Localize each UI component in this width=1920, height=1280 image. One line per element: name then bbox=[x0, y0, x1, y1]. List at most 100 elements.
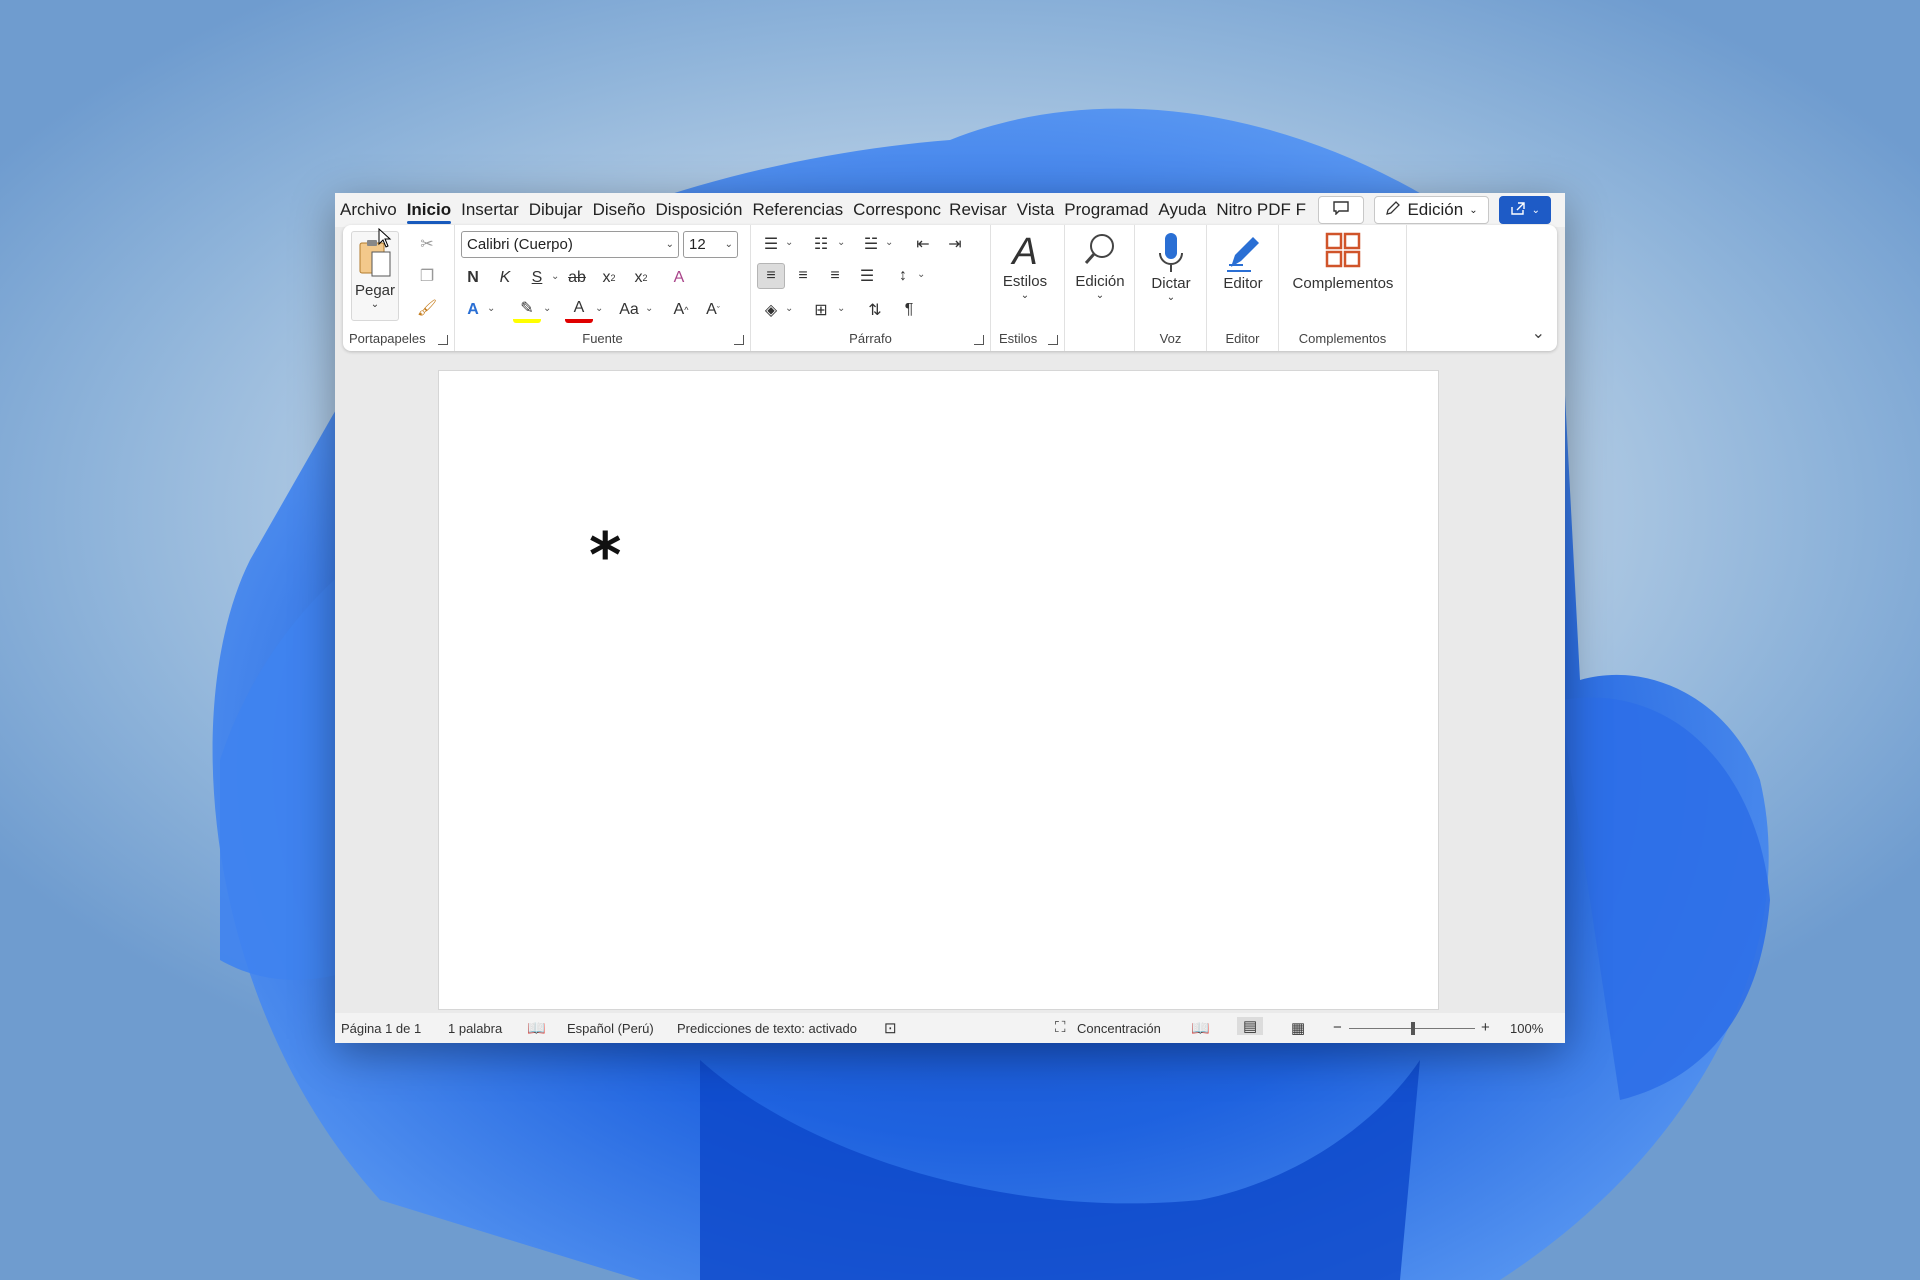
italic-button[interactable]: K bbox=[491, 265, 519, 291]
chevron-down-icon[interactable]: ⌄ bbox=[595, 303, 603, 314]
editor-button[interactable]: Editor bbox=[1213, 231, 1273, 292]
chevron-down-icon[interactable]: ⌄ bbox=[551, 271, 559, 282]
highlight-icon[interactable]: ✎ bbox=[513, 297, 541, 323]
share-button[interactable]: ⌄ bbox=[1498, 196, 1551, 224]
page-count[interactable]: Página 1 de 1 bbox=[341, 1021, 421, 1036]
font-name-value: Calibri (Cuerpo) bbox=[467, 236, 573, 253]
zoom-out-button[interactable]: − bbox=[1333, 1019, 1342, 1036]
dialog-launcher-icon[interactable] bbox=[974, 335, 984, 345]
align-left-icon[interactable]: ≡ bbox=[757, 263, 785, 289]
print-layout-icon[interactable]: ▤ bbox=[1237, 1017, 1264, 1035]
font-name-combo[interactable]: Calibri (Cuerpo) ⌄ bbox=[461, 231, 679, 258]
tab-disposicion[interactable]: Disposición bbox=[651, 193, 748, 227]
chevron-down-icon[interactable]: ⌄ bbox=[837, 237, 845, 248]
superscript-button[interactable]: x2 bbox=[627, 265, 655, 291]
mouse-cursor-icon bbox=[378, 227, 392, 253]
chevron-down-icon[interactable]: ⌄ bbox=[917, 269, 925, 280]
focus-mode-label[interactable]: Concentración bbox=[1077, 1021, 1161, 1036]
bold-button[interactable]: N bbox=[459, 265, 487, 291]
editing-button[interactable]: Edición ⌄ bbox=[1069, 231, 1131, 301]
sort-icon[interactable]: ⇅ bbox=[861, 297, 889, 323]
chevron-down-icon[interactable]: ⌄ bbox=[785, 237, 793, 248]
strikethrough-button[interactable]: ab bbox=[563, 265, 591, 291]
edit-mode-button[interactable]: Edición ⌄ bbox=[1374, 196, 1489, 224]
grow-font-icon[interactable]: A ^ bbox=[667, 297, 695, 323]
font-size-value: 12 bbox=[689, 236, 706, 253]
accessibility-icon[interactable]: ⊡ bbox=[884, 1019, 897, 1037]
align-center-icon[interactable]: ≡ bbox=[789, 263, 817, 289]
web-layout-icon[interactable]: ▦ bbox=[1291, 1019, 1305, 1037]
text-predictions-status[interactable]: Predicciones de texto: activado bbox=[677, 1021, 857, 1036]
dialog-launcher-icon[interactable] bbox=[438, 335, 448, 345]
tab-referencias[interactable]: Referencias bbox=[747, 193, 848, 227]
chevron-down-icon[interactable]: ⌄ bbox=[837, 303, 845, 314]
chevron-down-icon[interactable]: ⌄ bbox=[645, 303, 653, 314]
dialog-launcher-icon[interactable] bbox=[1048, 335, 1058, 345]
chevron-down-icon: ⌄ bbox=[370, 299, 380, 310]
ribbon: Pegar ⌄ ✂ ❐ 🖌 Portapapeles Calibri (Cuer… bbox=[343, 225, 1557, 351]
dictate-label: Dictar bbox=[1151, 275, 1191, 292]
font-color-icon[interactable]: A bbox=[565, 297, 593, 323]
comments-button[interactable] bbox=[1318, 196, 1365, 224]
document-page[interactable]: * bbox=[438, 370, 1439, 1010]
styles-button[interactable]: A Estilos ⌄ bbox=[997, 231, 1053, 301]
shading-icon[interactable]: ◈ bbox=[757, 297, 785, 323]
increase-indent-icon[interactable]: ⇥ bbox=[941, 231, 969, 257]
numbering-icon[interactable]: ☷ bbox=[807, 231, 835, 257]
multilevel-list-icon[interactable]: ☱ bbox=[857, 231, 885, 257]
group-estilos: A Estilos ⌄ Estilos bbox=[991, 225, 1065, 351]
chevron-down-icon[interactable]: ⌄ bbox=[885, 237, 893, 248]
font-size-combo[interactable]: 12 ⌄ bbox=[683, 231, 738, 258]
group-label-parrafo: Párrafo bbox=[849, 331, 892, 346]
bullets-icon[interactable]: ☰ bbox=[757, 231, 785, 257]
tab-archivo[interactable]: Archivo bbox=[335, 193, 402, 227]
zoom-level[interactable]: 100% bbox=[1510, 1021, 1543, 1036]
tab-dibujar[interactable]: Dibujar bbox=[524, 193, 588, 227]
group-fuente: Calibri (Cuerpo) ⌄ 12 ⌄ N K S ⌄ ab x2 x2… bbox=[455, 225, 751, 351]
underline-button[interactable]: S bbox=[523, 265, 551, 291]
collapse-ribbon-icon[interactable]: ⌄ bbox=[1532, 323, 1545, 343]
focus-mode-icon[interactable]: ⛶ bbox=[1055, 1019, 1066, 1036]
shrink-font-icon[interactable]: Aˇ bbox=[699, 297, 727, 323]
tab-diseno[interactable]: Diseño bbox=[588, 193, 651, 227]
read-mode-icon[interactable]: 📖 bbox=[1191, 1019, 1210, 1037]
chevron-down-icon[interactable]: ⌄ bbox=[543, 303, 551, 314]
chevron-down-icon[interactable]: ⌄ bbox=[487, 303, 495, 314]
line-spacing-icon[interactable]: ↕ bbox=[889, 263, 917, 289]
chevron-down-icon: ⌄ bbox=[1020, 290, 1030, 301]
proofing-icon[interactable]: 📖 bbox=[527, 1019, 546, 1037]
tab-nitro-pdf[interactable]: Nitro PDF F bbox=[1211, 193, 1307, 227]
copy-icon[interactable]: ❐ bbox=[413, 263, 441, 289]
cut-icon[interactable]: ✂ bbox=[413, 231, 441, 257]
text-effects-icon[interactable]: A bbox=[459, 297, 487, 323]
addins-button[interactable]: Complementos bbox=[1283, 231, 1403, 292]
language-status[interactable]: Español (Perú) bbox=[567, 1021, 654, 1036]
word-count[interactable]: 1 palabra bbox=[448, 1021, 502, 1036]
justify-icon[interactable]: ☰ bbox=[853, 263, 881, 289]
show-formatting-icon[interactable]: ¶ bbox=[895, 297, 923, 323]
borders-icon[interactable]: ⊞ bbox=[807, 297, 835, 323]
decrease-indent-icon[interactable]: ⇤ bbox=[909, 231, 937, 257]
format-painter-icon[interactable]: 🖌 bbox=[413, 295, 441, 321]
tab-inicio[interactable]: Inicio bbox=[402, 193, 456, 227]
tab-insertar[interactable]: Insertar bbox=[456, 193, 524, 227]
chevron-down-icon[interactable]: ⌄ bbox=[785, 303, 793, 314]
align-right-icon[interactable]: ≡ bbox=[821, 263, 849, 289]
dictate-button[interactable]: Dictar ⌄ bbox=[1141, 231, 1201, 303]
group-parrafo: ☰ ⌄ ☷ ⌄ ☱ ⌄ ⇤ ⇥ ≡ ≡ ≡ ☰ ↕ ⌄ ◈ ⌄ ⊞ ⌄ ⇅ ¶ … bbox=[751, 225, 991, 351]
tab-programador[interactable]: Programad bbox=[1059, 193, 1153, 227]
group-label-editor: Editor bbox=[1225, 331, 1260, 346]
status-bar: Página 1 de 1 1 palabra 📖 Español (Perú)… bbox=[335, 1013, 1565, 1043]
tab-revisar[interactable]: Revisar bbox=[944, 193, 1012, 227]
clear-formatting-icon[interactable]: A bbox=[665, 265, 693, 291]
zoom-slider-thumb[interactable] bbox=[1411, 1022, 1415, 1035]
tab-correspondencia[interactable]: Corresponc bbox=[848, 193, 944, 227]
chevron-down-icon: ⌄ bbox=[1469, 204, 1478, 216]
tab-ayuda[interactable]: Ayuda bbox=[1153, 193, 1211, 227]
dialog-launcher-icon[interactable] bbox=[734, 335, 744, 345]
subscript-button[interactable]: x2 bbox=[595, 265, 623, 291]
change-case-button[interactable]: Aa bbox=[615, 297, 643, 323]
zoom-in-button[interactable]: + bbox=[1481, 1019, 1490, 1036]
tab-vista[interactable]: Vista bbox=[1012, 193, 1060, 227]
share-icon bbox=[1510, 200, 1526, 220]
